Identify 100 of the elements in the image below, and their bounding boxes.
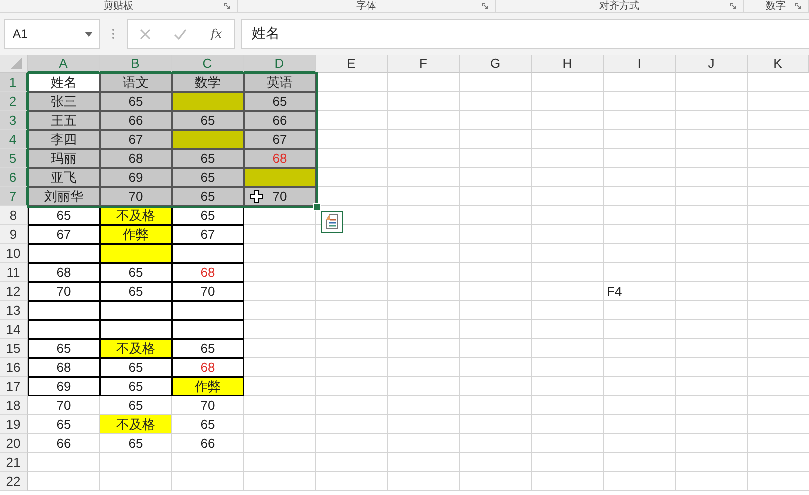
row-header[interactable]: 7 [0, 187, 28, 206]
table-cell: 70 [172, 282, 244, 301]
column-header[interactable]: A [28, 55, 100, 73]
table-cell: 65 [28, 206, 100, 225]
column-header[interactable]: E [316, 55, 388, 73]
row-header[interactable]: 4 [0, 130, 28, 149]
ribbon-group-label: 剪贴板 [104, 0, 134, 12]
table-cell: 67 [244, 130, 316, 149]
table-cell: 65 [172, 187, 244, 206]
table-cell: 66 [28, 434, 100, 453]
row-header[interactable]: 10 [0, 244, 28, 263]
dialog-launcher-icon[interactable] [795, 3, 802, 10]
table-cell: 作弊 [100, 225, 172, 244]
table-cell: 语文 [100, 73, 172, 92]
table-cell: 65 [100, 282, 172, 301]
table-cell: 65 [172, 168, 244, 187]
row-header[interactable]: 13 [0, 301, 28, 320]
table-cell: 68 [172, 358, 244, 377]
table-cell: 65 [172, 111, 244, 130]
insert-function-button[interactable]: fx [210, 27, 222, 41]
table-cell: 67 [100, 130, 172, 149]
column-header[interactable]: I [604, 55, 676, 73]
table-cell: 不及格 [100, 339, 172, 358]
dialog-launcher-icon[interactable] [482, 3, 489, 10]
table-cell: 65 [100, 358, 172, 377]
table-cell: 数学 [172, 73, 244, 92]
row-header[interactable]: 14 [0, 320, 28, 339]
table-cell: 65 [100, 263, 172, 282]
table-cell: 不及格 [100, 415, 172, 434]
table-cell: 69 [28, 377, 100, 396]
table-cell: 68 [244, 149, 316, 168]
table-cell: 67 [172, 225, 244, 244]
row-header[interactable]: 3 [0, 111, 28, 130]
table-cell: 65 [100, 434, 172, 453]
row-header[interactable]: 12 [0, 282, 28, 301]
table-cell: 姓名 [28, 73, 100, 92]
table-cell: 66 [100, 111, 172, 130]
row-header[interactable]: 6 [0, 168, 28, 187]
table-cell: 69 [100, 168, 172, 187]
table-cell: 65 [172, 415, 244, 434]
column-header[interactable]: D [244, 55, 316, 73]
table-cell: 作弊 [172, 377, 244, 396]
row-header[interactable]: 16 [0, 358, 28, 377]
table-cell: 68 [28, 263, 100, 282]
table-cell: 玛丽 [28, 149, 100, 168]
table-cell: 67 [28, 225, 100, 244]
row-header[interactable]: 2 [0, 92, 28, 111]
table-cell: 66 [244, 111, 316, 130]
fill-handle[interactable] [313, 203, 321, 211]
cross-cursor-icon [250, 190, 263, 203]
table-cell: F4 [604, 282, 676, 301]
column-header[interactable]: J [676, 55, 748, 73]
column-header[interactable]: B [100, 55, 172, 73]
column-header[interactable]: C [172, 55, 244, 73]
row-header[interactable]: 15 [0, 339, 28, 358]
table-cell: 刘丽华 [28, 187, 100, 206]
row-header[interactable]: 22 [0, 472, 28, 491]
table-cell: 65 [28, 415, 100, 434]
table-cell: 66 [172, 434, 244, 453]
row-header[interactable]: 11 [0, 263, 28, 282]
table-cell: 李四 [28, 130, 100, 149]
row-header[interactable]: 1 [0, 73, 28, 92]
dialog-launcher-icon[interactable] [730, 3, 737, 10]
table-cell: 68 [28, 358, 100, 377]
table-cell: 张三 [28, 92, 100, 111]
ribbon-group-label: 数字 [766, 0, 786, 12]
formula-input[interactable]: 姓名 [241, 19, 809, 49]
quick-analysis-button[interactable] [321, 211, 343, 233]
ribbon-group-label: 字体 [356, 0, 376, 12]
column-header[interactable]: K [748, 55, 809, 73]
table-cell: 70 [28, 282, 100, 301]
grip-icon [112, 28, 115, 40]
table-cell: 65 [172, 339, 244, 358]
table-cell: 王五 [28, 111, 100, 130]
table-cell: 65 [172, 149, 244, 168]
row-header[interactable]: 21 [0, 453, 28, 472]
table-cell: 68 [172, 263, 244, 282]
row-header[interactable]: 5 [0, 149, 28, 168]
table-cell: 65 [28, 339, 100, 358]
row-header[interactable]: 19 [0, 415, 28, 434]
table-cell: 65 [244, 92, 316, 111]
column-header[interactable]: H [532, 55, 604, 73]
table-cell: 亚飞 [28, 168, 100, 187]
row-header[interactable]: 17 [0, 377, 28, 396]
dropdown-caret-icon[interactable] [85, 32, 93, 36]
ribbon-group-label: 对齐方式 [600, 0, 640, 12]
table-cell: 70 [28, 396, 100, 415]
row-header[interactable]: 20 [0, 434, 28, 453]
column-header[interactable]: F [388, 55, 460, 73]
table-cell: 65 [100, 92, 172, 111]
table-cell: 70 [172, 396, 244, 415]
name-box[interactable]: A1 [4, 19, 100, 49]
column-header[interactable]: G [460, 55, 532, 73]
row-header[interactable]: 8 [0, 206, 28, 225]
table-cell: 70 [100, 187, 172, 206]
dialog-launcher-icon[interactable] [224, 3, 231, 10]
check-icon[interactable] [174, 28, 188, 40]
table-cell: 65 [172, 206, 244, 225]
row-header[interactable]: 9 [0, 225, 28, 244]
row-header[interactable]: 18 [0, 396, 28, 415]
